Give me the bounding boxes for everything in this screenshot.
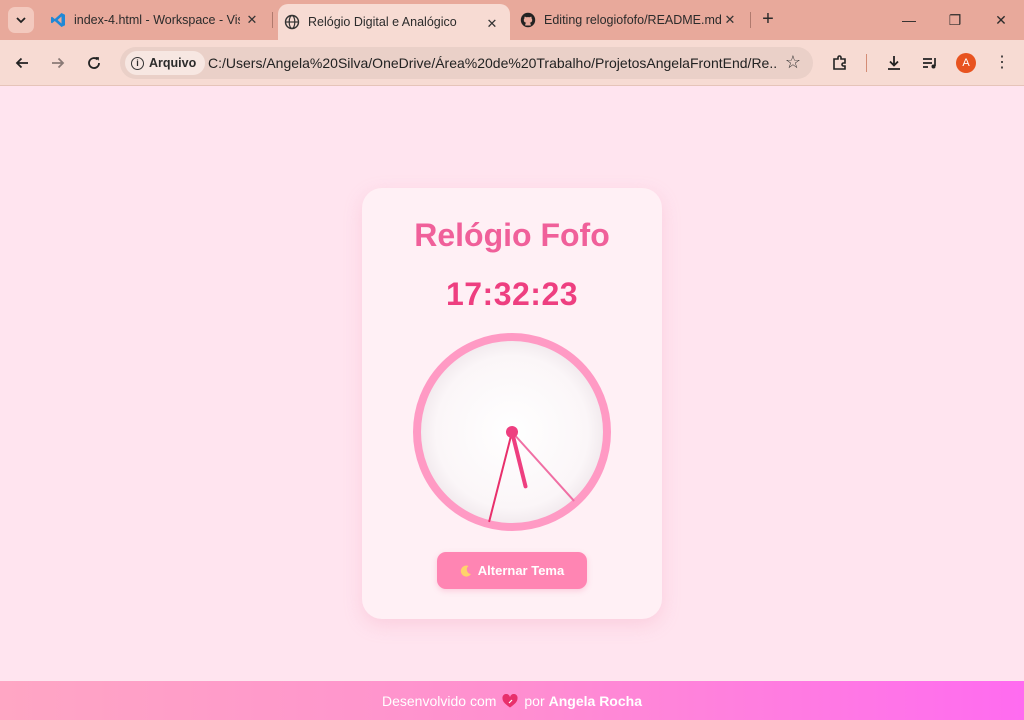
github-icon [520,12,536,28]
site-info-chip[interactable]: i Arquivo [125,51,206,75]
analog-clock [413,333,611,531]
download-icon[interactable] [881,50,907,76]
close-icon[interactable]: ✕ [722,12,738,28]
tab-relogio[interactable]: Relógio Digital e Analógico ✕ [278,4,510,40]
close-icon[interactable]: ✕ [484,16,500,32]
media-controls-icon[interactable] [917,50,943,76]
clock-center-dot [506,426,518,438]
tab-divider [750,12,751,28]
tab-vscode[interactable]: index-4.html - Workspace - Visual Studio… [44,0,270,40]
address-bar[interactable]: i Arquivo C:/Users/Angela%20Silva/OneDri… [120,47,813,79]
toggle-theme-button[interactable]: Alternar Tema [437,552,587,589]
tab-strip: index-4.html - Workspace - Visual Studio… [0,0,1024,40]
globe-icon [284,14,300,30]
footer-prefix: Desenvolvido com [382,692,497,709]
new-tab-plus-icon[interactable]: + [757,9,779,31]
reload-icon[interactable] [81,50,107,76]
vscode-icon [50,12,66,28]
back-arrow-icon[interactable] [9,50,35,76]
bookmark-star-icon[interactable]: ☆ [785,52,801,73]
tab-title: Editing relogiofofo/README.md [544,13,722,27]
restore-icon[interactable]: ❐ [940,8,970,32]
clock-card: Relógio Fofo 17:32:23 Alternar Tema [362,188,662,619]
toggle-theme-label: Alternar Tema [477,563,565,578]
more-menu-icon[interactable]: ⋮ [989,50,1015,76]
profile-avatar[interactable]: A [956,53,976,73]
page-title: Relógio Fofo [414,217,610,253]
footer-author: Angela Rocha [548,692,642,709]
page-body: Relógio Fofo 17:32:23 Alternar Tema [0,87,1024,681]
tab-divider [272,12,273,28]
footer: Desenvolvido com por Angela Rocha [0,681,1024,720]
tab-title: index-4.html - Workspace - Visual Studio… [74,13,240,27]
close-window-icon[interactable]: ✕ [986,8,1016,32]
tab-search-button[interactable] [8,7,34,33]
footer-middle: por [524,692,545,709]
url-text[interactable]: C:/Users/Angela%20Silva/OneDrive/Área%20… [208,55,778,71]
extensions-icon[interactable] [827,50,853,76]
site-info-label: Arquivo [149,56,197,70]
digital-clock: 17:32:23 [445,276,579,312]
browser-toolbar: i Arquivo C:/Users/Angela%20Silva/OneDri… [0,40,1024,86]
tab-github[interactable]: Editing relogiofofo/README.md ✕ [514,0,748,40]
close-icon[interactable]: ✕ [244,12,260,28]
forward-arrow-icon[interactable] [45,50,71,76]
heart-icon [502,693,518,707]
minimize-icon[interactable]: — [894,8,924,32]
moon-icon [460,565,471,577]
toolbar-divider [866,54,867,72]
info-icon: i [131,56,144,70]
tab-title: Relógio Digital e Analógico [308,15,457,29]
chevron-down-icon [16,17,26,24]
